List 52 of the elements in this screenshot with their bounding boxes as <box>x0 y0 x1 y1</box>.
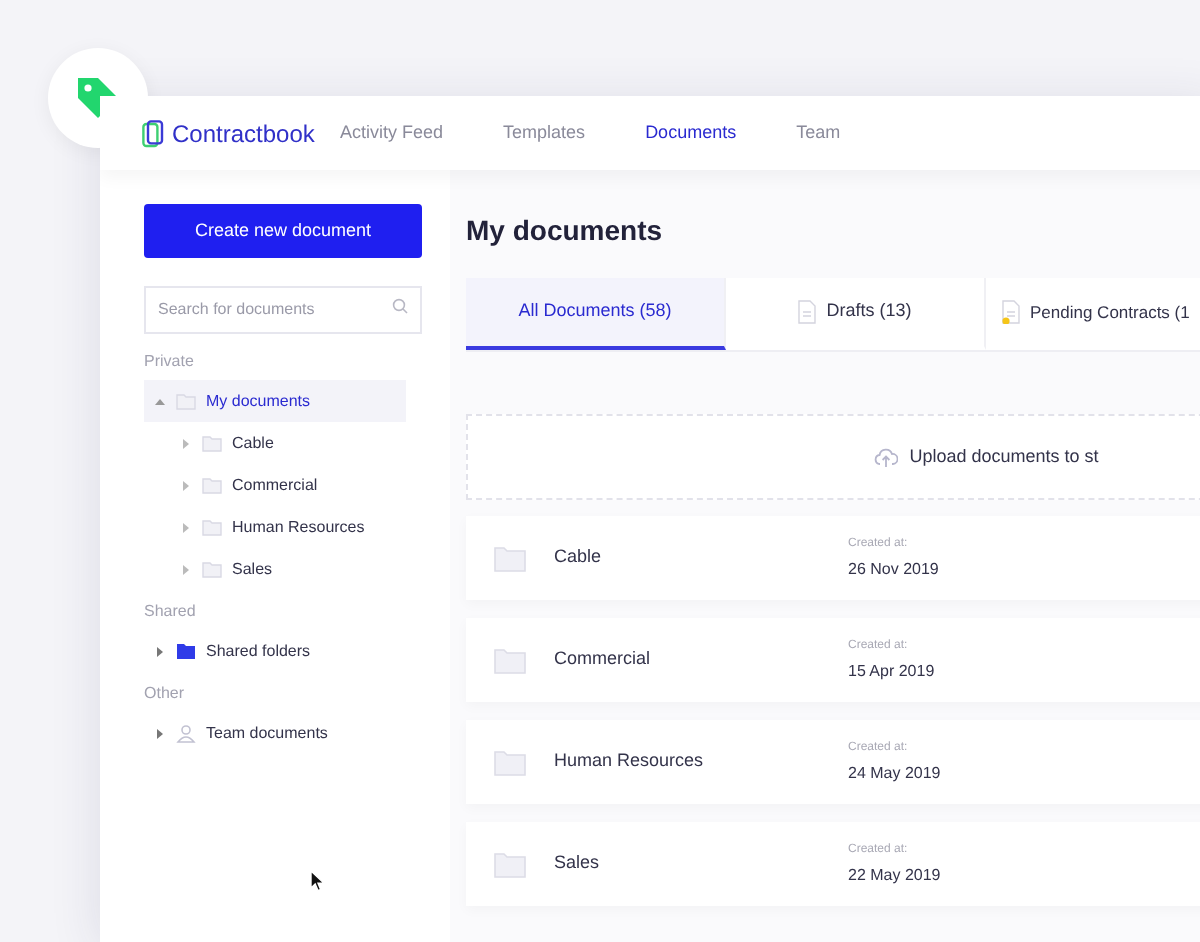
created-date: 22 May 2019 <box>848 863 941 887</box>
folder-name: Commercial <box>554 646 653 673</box>
upload-text: Upload documents to st <box>909 443 1099 470</box>
tab[interactable]: All Documents (58) <box>466 278 726 350</box>
tree-item[interactable]: Team documents <box>144 712 406 755</box>
brand-name: Contractbook <box>172 117 315 151</box>
upload-icon <box>873 447 898 467</box>
folder-icon <box>494 647 526 673</box>
folder-icon <box>494 851 526 877</box>
document-icon <box>1002 300 1020 324</box>
caret-icon <box>180 437 192 450</box>
section-label: Other <box>144 682 187 707</box>
caret-icon <box>180 521 192 534</box>
cursor-icon <box>310 870 326 892</box>
tree-item[interactable]: Human Resources <box>144 506 406 549</box>
tree-item[interactable]: Shared folders <box>144 630 406 673</box>
tab[interactable]: Pending Contracts (1 <box>986 278 1190 350</box>
create-document-button[interactable]: Create new document <box>144 204 422 259</box>
folder-name: Sales <box>554 850 602 877</box>
folder-icon <box>494 749 526 775</box>
nav-link[interactable]: Documents <box>645 119 737 147</box>
search-icon <box>392 298 408 315</box>
tree-item[interactable]: Commercial <box>144 464 406 507</box>
section-label: Shared <box>144 600 198 625</box>
caret-icon <box>154 645 166 658</box>
created-date: 24 May 2019 <box>848 761 941 785</box>
people-icon <box>176 723 196 744</box>
caret-icon <box>154 395 166 408</box>
folder-name: Human Resources <box>554 748 706 775</box>
tree-item[interactable]: Sales <box>144 548 406 591</box>
caret-icon <box>180 563 192 576</box>
tree-item[interactable]: Cable <box>144 422 406 465</box>
caret-icon <box>154 727 166 740</box>
folder-icon <box>202 560 222 579</box>
tree-item[interactable]: My documents <box>144 380 406 423</box>
folder-icon <box>176 392 196 411</box>
section-label: Private <box>144 350 196 375</box>
caret-icon <box>180 479 192 492</box>
folder-icon <box>202 434 222 453</box>
logo-icon <box>142 119 164 147</box>
tab[interactable]: Drafts (13) <box>726 278 986 350</box>
folder-icon <box>202 518 222 537</box>
folder-icon <box>202 476 222 495</box>
folder-icon <box>494 545 526 571</box>
folder-icon <box>176 642 196 661</box>
document-icon <box>798 300 817 324</box>
folder-name: Cable <box>554 544 604 571</box>
created-date: 15 Apr 2019 <box>848 659 935 683</box>
search-field[interactable]: Search for documents <box>144 285 422 334</box>
page-title: My documents <box>466 212 665 246</box>
created-date: 26 Nov 2019 <box>848 557 939 581</box>
upload-area[interactable]: Upload documents to st <box>466 414 1200 500</box>
